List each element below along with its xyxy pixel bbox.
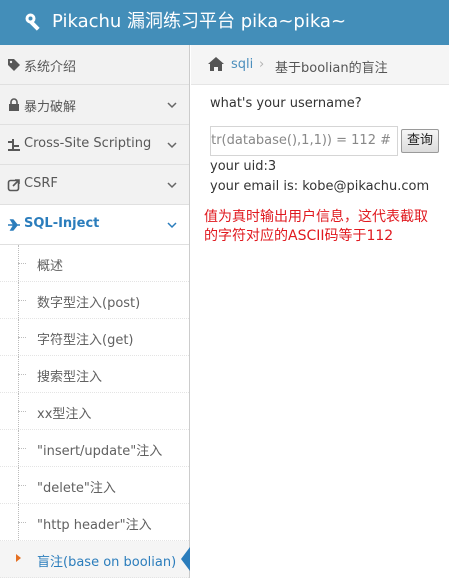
- submenu-item-label: "http header"注入: [37, 518, 152, 533]
- username-input-value: ostr(database(),1,1)) = 112 #: [210, 133, 391, 148]
- submenu-item-insert-update[interactable]: "insert/update"注入: [0, 430, 189, 467]
- submenu-item-blind-boolean[interactable]: 盲注(base on boolian): [0, 541, 190, 578]
- submenu-item-string-get[interactable]: 字符型注入(get): [0, 319, 189, 356]
- chevron-down-icon: [167, 182, 177, 189]
- submenu-item-overview[interactable]: 概述: [0, 245, 189, 282]
- submenu-item-delete[interactable]: "delete"注入: [0, 467, 189, 504]
- username-input[interactable]: ostr(database(),1,1)) = 112 #: [210, 126, 398, 156]
- tree-line: [18, 374, 26, 375]
- sidebar: 系统介绍 暴力破解 Cross-Site Scripting CSRF SQL-…: [0, 45, 190, 578]
- wrench-key-icon: [25, 13, 40, 31]
- tree-line: [18, 411, 26, 412]
- app-title[interactable]: Pikachu 漏洞练习平台 pika~pika~: [52, 10, 346, 34]
- breadcrumb-separator: ›: [259, 57, 265, 72]
- result-email: your email is: kobe@pikachu.com: [210, 179, 430, 194]
- lock-icon: [9, 98, 19, 111]
- chevron-down-icon: [167, 222, 177, 229]
- result-uid: your uid:3: [210, 159, 277, 174]
- sidebar-item-xss[interactable]: Cross-Site Scripting: [0, 125, 189, 165]
- breadcrumb: sqli › 基于boolian的盲注: [191, 45, 449, 85]
- breadcrumb-link-sqli[interactable]: sqli: [231, 57, 253, 72]
- tree-line: [18, 522, 26, 523]
- home-icon[interactable]: [207, 56, 225, 72]
- submenu-item-label: 搜索型注入: [37, 370, 103, 385]
- tree-line: [18, 485, 26, 486]
- submenu-item-search[interactable]: 搜索型注入: [0, 356, 189, 393]
- top-navbar: Pikachu 漏洞练习平台 pika~pika~: [0, 0, 449, 45]
- tree-line: [18, 263, 26, 264]
- sidebar-item-label: SQL-Inject: [24, 216, 100, 231]
- sidebar-item-sql-inject[interactable]: SQL-Inject: [0, 205, 189, 245]
- external-link-icon: [7, 179, 20, 192]
- tree-line: [18, 337, 26, 338]
- submenu-item-label: xx型注入: [37, 407, 92, 422]
- submenu-item-label: 概述: [37, 259, 64, 274]
- submenu-item-label: "insert/update"注入: [37, 444, 163, 459]
- sidebar-item-csrf[interactable]: CSRF: [0, 165, 189, 205]
- sidebar-item-label: CSRF: [24, 176, 58, 191]
- username-prompt: what's your username?: [210, 96, 362, 111]
- sidebar-item-label: Cross-Site Scripting: [24, 136, 152, 151]
- submenu-item-label: 盲注(base on boolian): [37, 555, 177, 570]
- submenu-item-http-header[interactable]: "http header"注入: [0, 504, 189, 541]
- caret-right-icon: [16, 554, 21, 562]
- submenu-item-label: 数字型注入(post): [37, 296, 141, 311]
- sidebar-item-label: 暴力破解: [24, 100, 77, 115]
- chevron-down-icon: [167, 102, 177, 109]
- submenu-item-numeric-post[interactable]: 数字型注入(post): [0, 282, 189, 319]
- plane-icon: [8, 219, 20, 231]
- tree-line: [18, 448, 26, 449]
- breadcrumb-current: 基于boolian的盲注: [275, 61, 388, 76]
- sidebar-item-intro[interactable]: 系统介绍: [0, 45, 189, 85]
- submenu-item-label: "delete"注入: [37, 481, 116, 496]
- active-pointer: [181, 547, 190, 571]
- sidebar-item-bruteforce[interactable]: 暴力破解: [0, 85, 189, 125]
- annotation-text: 值为真时输出用户信息，这代表截取的字符对应的ASCII码等于112: [204, 209, 428, 244]
- submenu-item-label: 字符型注入(get): [37, 333, 134, 348]
- submenu-item-xx[interactable]: xx型注入: [0, 393, 189, 430]
- tag-icon: [8, 59, 20, 71]
- sidebar-item-label: 系统介绍: [24, 60, 77, 75]
- query-button[interactable]: 查询: [401, 129, 439, 153]
- tree-line: [18, 300, 26, 301]
- filter-icon: [8, 139, 20, 151]
- chevron-down-icon: [167, 142, 177, 149]
